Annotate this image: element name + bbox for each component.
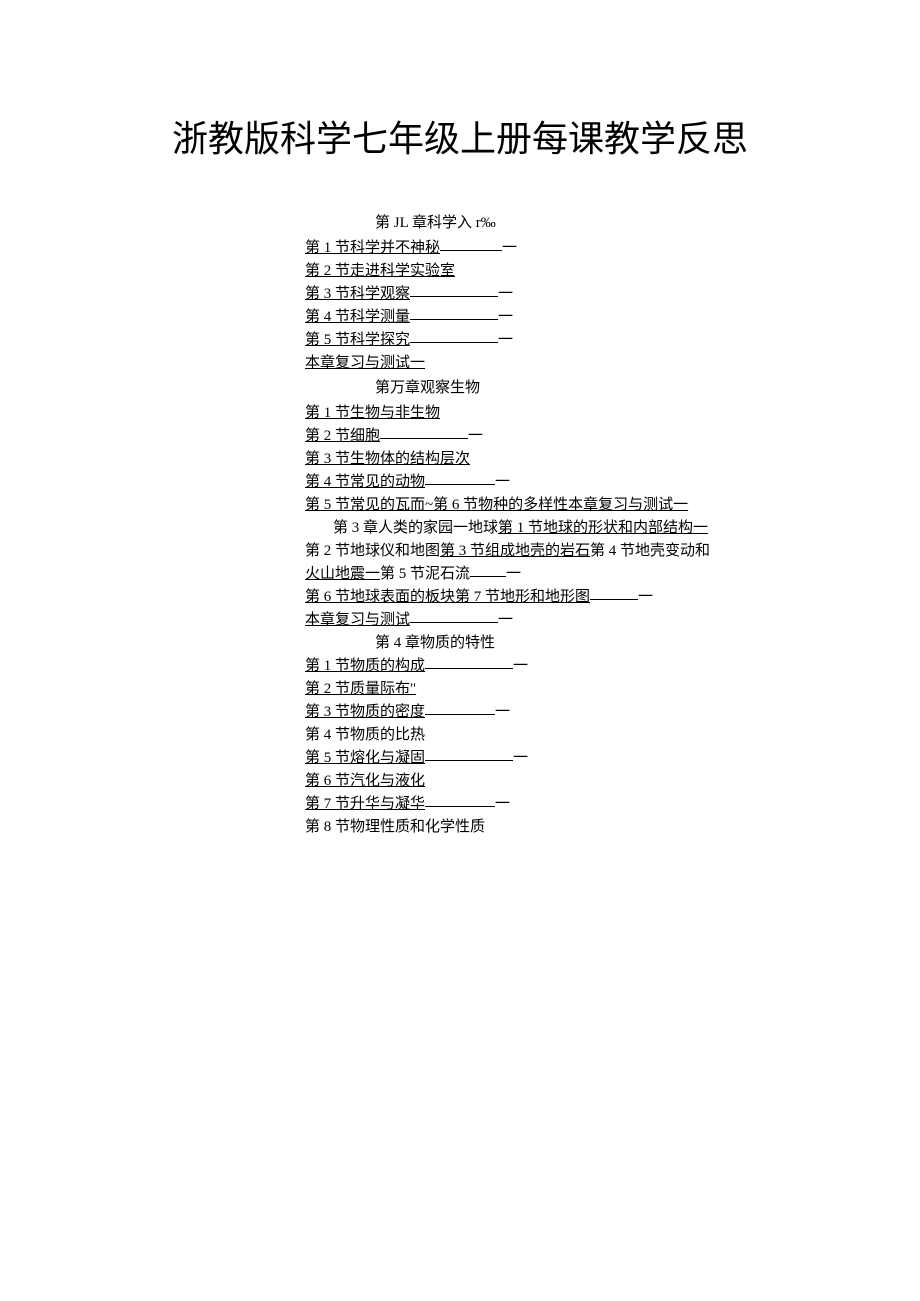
- dash: 一: [498, 612, 513, 628]
- leader-line: [410, 342, 498, 343]
- leader-line: [590, 599, 638, 600]
- table-of-contents: 第 JL 章科学入 r‰ 第 1 节科学并不神秘一 第 2 节走进科学实验室 第…: [305, 212, 920, 839]
- toc-item: 第 3 节生物体的结构层次: [305, 448, 920, 471]
- chapter-2-header: 第万章观察生物: [375, 377, 920, 400]
- toc-link[interactable]: 第 1 节地球的形状和内部结构一: [498, 520, 708, 536]
- dash: 一: [506, 566, 521, 582]
- toc-text: 第 5 节泥石流: [380, 566, 470, 582]
- toc-item: 火山地震一第 5 节泥石流 一: [305, 563, 920, 586]
- dash: 一: [502, 240, 517, 256]
- dash: 一: [495, 474, 510, 490]
- toc-item: 第 7 节升华与凝华 一: [305, 793, 920, 816]
- dash: 一: [498, 332, 513, 348]
- toc-text: 第 8 节物理性质和化学性质: [305, 819, 485, 835]
- toc-item: 第 5 节科学探究 一: [305, 329, 920, 352]
- dash: 一: [513, 750, 528, 766]
- toc-item: 第 2 节地球仪和地图第 3 节组成地壳的岩石第 4 节地壳变动和: [305, 540, 920, 563]
- leader-line: [425, 760, 513, 761]
- toc-link[interactable]: 第 1 节科学并不神秘: [305, 240, 440, 256]
- leader-line: [440, 250, 502, 251]
- toc-link[interactable]: 第 5 节科学探究: [305, 332, 410, 348]
- toc-link[interactable]: 第 6 节地球表面的板块第 7 节地形和地形图: [305, 589, 590, 605]
- leader-line: [380, 438, 468, 439]
- toc-link[interactable]: 第 3 节组成地壳的岩石: [440, 543, 590, 559]
- toc-item: 第 3 章人类的家园一地球第 1 节地球的形状和内部结构一: [333, 517, 920, 540]
- toc-link[interactable]: 火山地震一: [305, 566, 380, 582]
- toc-item: 第 6 节地球表面的板块第 7 节地形和地形图 一: [305, 586, 920, 609]
- dash: 一: [638, 589, 653, 605]
- toc-link[interactable]: 第 2 节质量际布": [305, 681, 416, 697]
- toc-link[interactable]: 第 5 节熔化与凝固: [305, 750, 425, 766]
- dash: 一: [495, 796, 510, 812]
- dash: 一: [498, 309, 513, 325]
- toc-item: 第 1 节物质的构成 一: [305, 655, 920, 678]
- page-title: 浙教版科学七年级上册每课教学反思: [0, 110, 920, 162]
- document-page: 浙教版科学七年级上册每课教学反思 第 JL 章科学入 r‰ 第 1 节科学并不神…: [0, 0, 920, 1301]
- toc-link[interactable]: 第 4 节科学测量: [305, 309, 410, 325]
- toc-item: 第 6 节汽化与液化: [305, 770, 920, 793]
- toc-item: 第 1 节科学并不神秘 一: [305, 237, 920, 260]
- leader-line: [425, 484, 495, 485]
- toc-item: 第 3 节科学观察 一: [305, 283, 920, 306]
- leader-line: [425, 806, 495, 807]
- toc-item: 第 2 节质量际布": [305, 678, 920, 701]
- leader-line: [410, 296, 498, 297]
- toc-item: 本章复习与测试一: [305, 352, 920, 375]
- toc-text: 第 4 节物质的比热: [305, 727, 425, 743]
- toc-item: 第 2 节细胞 一: [305, 425, 920, 448]
- toc-link[interactable]: 第 3 节生物体的结构层次: [305, 451, 470, 467]
- dash: 一: [468, 428, 483, 444]
- toc-link[interactable]: 第 5 节常见的瓦而~第 6 节物种的多样性本章复习与测试一: [305, 497, 688, 513]
- toc-link[interactable]: 第 1 节物质的构成: [305, 658, 425, 674]
- leader-line: [470, 576, 506, 577]
- toc-link[interactable]: 第 3 节科学观察: [305, 286, 410, 302]
- toc-link[interactable]: 第 6 节汽化与液化: [305, 773, 425, 789]
- toc-item: 第 3 节物质的密度 一: [305, 701, 920, 724]
- dash: 一: [495, 704, 510, 720]
- leader-line: [425, 668, 513, 669]
- toc-item: 第 5 节熔化与凝固 一: [305, 747, 920, 770]
- leader-line: [410, 319, 498, 320]
- toc-link[interactable]: 第 4 节常见的动物: [305, 474, 425, 490]
- leader-line: [410, 622, 498, 623]
- toc-text: 第 2 节地球仪和地图: [305, 543, 440, 559]
- dash: 一: [513, 658, 528, 674]
- dash: 一: [498, 286, 513, 302]
- toc-item: 第 4 节常见的动物 一: [305, 471, 920, 494]
- chapter-1-header: 第 JL 章科学入 r‰: [375, 212, 920, 235]
- toc-item: 第 8 节物理性质和化学性质: [305, 816, 920, 839]
- toc-link[interactable]: 第 3 节物质的密度: [305, 704, 425, 720]
- toc-item: 第 4 节物质的比热: [305, 724, 920, 747]
- chapter-3-intro: 第 3 章人类的家园一地球: [333, 520, 498, 536]
- toc-link[interactable]: 第 2 节走进科学实验室: [305, 263, 455, 279]
- toc-link[interactable]: 本章复习与测试: [305, 612, 410, 628]
- chapter-4-header: 第 4 章物质的特性: [375, 632, 920, 655]
- leader-line: [425, 714, 495, 715]
- toc-item: 第 1 节生物与非生物: [305, 402, 920, 425]
- toc-link[interactable]: 第 1 节生物与非生物: [305, 405, 440, 421]
- toc-link[interactable]: 本章复习与测试一: [305, 355, 425, 371]
- toc-link[interactable]: 第 7 节升华与凝华: [305, 796, 425, 812]
- toc-item: 第 4 节科学测量 一: [305, 306, 920, 329]
- toc-item: 本章复习与测试 一: [305, 609, 920, 632]
- toc-text: 第 4 节地壳变动和: [590, 543, 710, 559]
- toc-link[interactable]: 第 2 节细胞: [305, 428, 380, 444]
- toc-item: 第 2 节走进科学实验室: [305, 260, 920, 283]
- toc-item: 第 5 节常见的瓦而~第 6 节物种的多样性本章复习与测试一: [305, 494, 920, 517]
